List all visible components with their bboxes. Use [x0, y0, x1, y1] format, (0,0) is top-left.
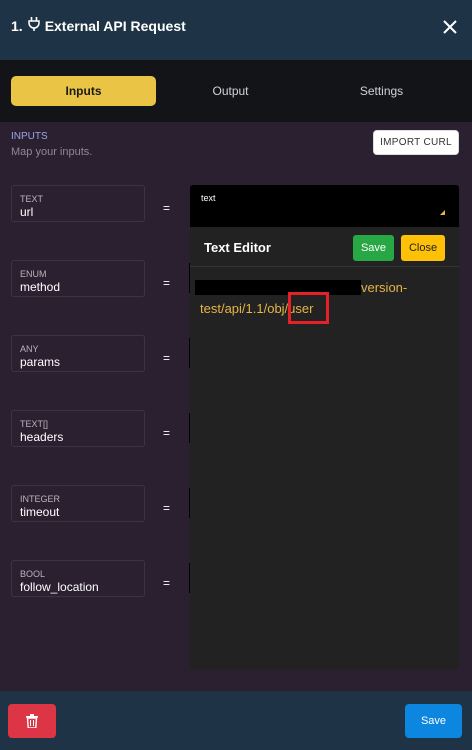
editor-title: Text Editor — [204, 240, 271, 255]
equals-sign: = — [163, 426, 171, 440]
param-type: BOOL — [20, 569, 46, 579]
import-curl-button[interactable]: IMPORT CURL — [373, 130, 459, 155]
highlight-box — [288, 292, 329, 324]
title-text: External API Request — [44, 17, 186, 34]
param-name: method — [20, 280, 61, 294]
resize-handle-icon[interactable] — [440, 210, 445, 215]
param-url[interactable]: TEXT url — [11, 185, 145, 222]
equals-sign: = — [163, 501, 171, 515]
input-type-hint: text — [201, 193, 216, 203]
trash-icon — [26, 714, 38, 728]
editor-save-button[interactable]: Save — [353, 235, 394, 261]
tab-settings[interactable]: Settings — [309, 76, 454, 106]
param-type: TEXT[] — [20, 419, 49, 429]
param-timeout[interactable]: INTEGER timeout — [11, 485, 145, 522]
param-name: follow_location — [20, 580, 99, 594]
editor-line-1[interactable]: version- — [361, 280, 407, 295]
tab-output[interactable]: Output — [158, 76, 303, 106]
param-type: INTEGER — [20, 494, 61, 504]
page-title: 1. External API Request — [11, 17, 186, 34]
param-follow-location[interactable]: BOOL follow_location — [11, 560, 145, 597]
save-button[interactable]: Save — [405, 704, 462, 738]
param-type: ANY — [20, 344, 39, 354]
section-title: INPUTS — [11, 131, 48, 142]
param-method[interactable]: ENUM method — [11, 260, 145, 297]
param-params[interactable]: ANY params — [11, 335, 145, 372]
tab-bar: Inputs Output Settings — [0, 60, 472, 122]
equals-sign: = — [163, 576, 171, 590]
param-name: timeout — [20, 505, 60, 519]
header-bar: 1. External API Request — [0, 0, 472, 60]
step-number: 1. — [11, 17, 23, 34]
text-editor-panel: Text Editor Save Close version- test/api… — [190, 227, 459, 670]
plug-icon — [27, 17, 40, 34]
param-type: ENUM — [20, 269, 47, 279]
footer-bar: Save — [0, 691, 472, 750]
param-name: headers — [20, 430, 64, 444]
param-headers[interactable]: TEXT[] headers — [11, 410, 145, 447]
editor-close-button[interactable]: Close — [401, 235, 445, 261]
redacted-text — [195, 280, 361, 295]
tab-inputs[interactable]: Inputs — [11, 76, 156, 106]
equals-sign: = — [163, 201, 171, 215]
editor-header: Text Editor Save Close — [190, 227, 459, 267]
equals-sign: = — [163, 351, 171, 365]
param-type: TEXT — [20, 194, 44, 204]
close-icon[interactable] — [441, 18, 459, 36]
param-name: params — [20, 355, 61, 369]
section-subtitle: Map your inputs. — [11, 146, 93, 158]
equals-sign: = — [163, 276, 171, 290]
delete-button[interactable] — [8, 704, 56, 738]
url-text-input[interactable]: text — [190, 185, 459, 227]
param-name: url — [20, 205, 34, 219]
